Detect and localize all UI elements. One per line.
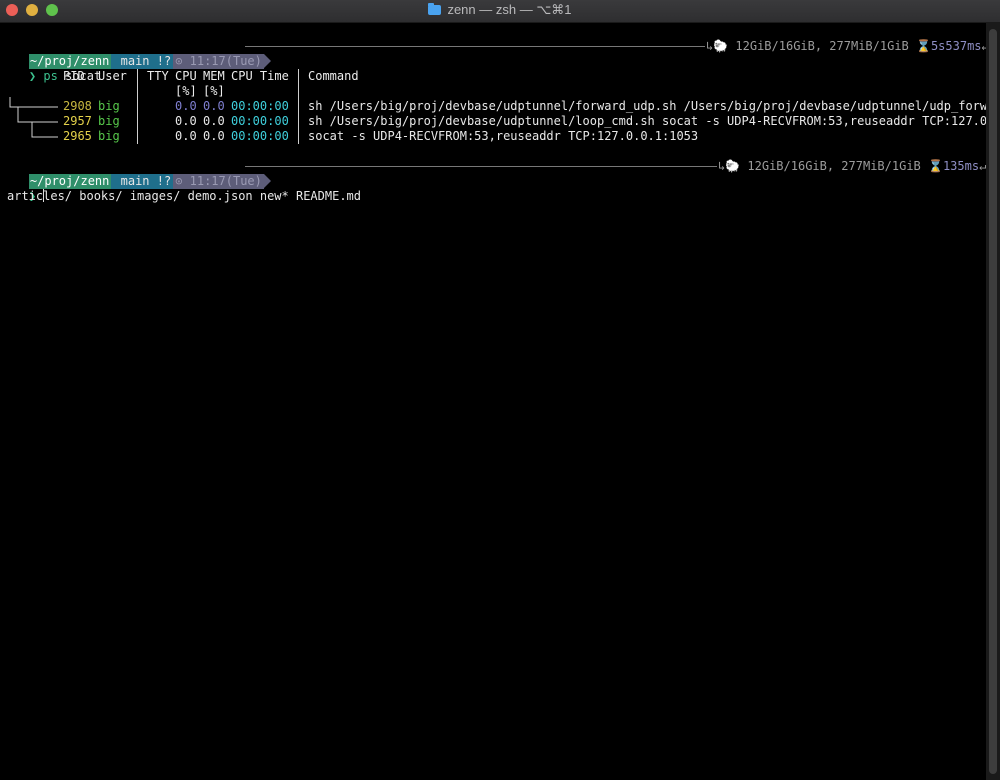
row-command: socat -s UDP4-RECVFROM:53,reuseaddr TCP:… bbox=[308, 129, 699, 143]
header-mem-unit: [%] bbox=[203, 84, 225, 98]
prompt-git-status: main !? bbox=[111, 174, 174, 189]
row-pid: 2965 bbox=[63, 129, 92, 143]
window-titlebar: zenn — zsh — ⌥⌘1 bbox=[0, 0, 1000, 23]
command-name: ps bbox=[43, 69, 58, 83]
row-command: sh /Users/big/proj/devbase/udptunnel/for… bbox=[308, 99, 1000, 113]
row-command: sh /Users/big/proj/devbase/udptunnel/loo… bbox=[308, 114, 1000, 128]
prompt-line-1: ~/proj/zenn main !? ⊙ 11:17(Tue) ↳🐑 12GiB… bbox=[0, 39, 989, 69]
row-user: big bbox=[98, 129, 120, 143]
row-user: big bbox=[98, 99, 120, 113]
prompt-mark: ❯ bbox=[28, 69, 37, 83]
scrollbar-thumb[interactable] bbox=[989, 29, 997, 774]
header-cpu-time: CPU Time bbox=[231, 69, 289, 83]
column-separator bbox=[298, 69, 299, 144]
command-line-1: ❯ ps socat bbox=[0, 54, 101, 83]
prompt-time: ⊙ 11:17(Tue) bbox=[173, 54, 264, 69]
row-mem: 0.0 bbox=[203, 129, 225, 143]
folder-icon bbox=[428, 3, 442, 15]
prompt-time: ⊙ 11:17(Tue) bbox=[173, 174, 264, 189]
row-time: 00:00:00 bbox=[231, 114, 289, 128]
header-user: User bbox=[98, 69, 127, 83]
terminal-view[interactable]: ~/proj/zenn main !? ⊙ 11:17(Tue) ↳🐑 12GiB… bbox=[0, 23, 1000, 780]
prompt-sys-info: ↳🐑 12GiB/16GiB, 277MiB/1GiB ⌛5s537ms↵ bbox=[706, 39, 989, 53]
prompt-line-2: ~/proj/zenn main !? ⊙ 11:17(Tue) ↳🐑 12GiB… bbox=[0, 159, 987, 189]
window-title: zenn — zsh — ⌥⌘1 bbox=[0, 2, 1000, 18]
scrollbar[interactable] bbox=[986, 23, 1000, 780]
header-mem: MEM bbox=[203, 69, 225, 83]
row-cpu: 0.0 bbox=[175, 99, 197, 113]
header-pid: PID bbox=[63, 69, 85, 83]
header-tty: TTY bbox=[147, 69, 169, 83]
row-mem: 0.0 bbox=[203, 114, 225, 128]
process-tree bbox=[9, 97, 58, 138]
prompt-duration: 5s537ms bbox=[930, 39, 982, 53]
prompt-arrow bbox=[263, 54, 271, 68]
prompt-duration: 135ms bbox=[942, 159, 980, 173]
row-time: 00:00:00 bbox=[231, 99, 289, 113]
row-mem: 0.0 bbox=[203, 99, 225, 113]
prompt-sys-info: ↳🐑 12GiB/16GiB, 277MiB/1GiB ⌛135ms↵ bbox=[718, 159, 987, 173]
ls-output: articles/ books/ images/ demo.json new* … bbox=[7, 189, 362, 203]
row-cpu: 0.0 bbox=[175, 114, 197, 128]
prompt-git-status: main !? bbox=[111, 54, 174, 69]
row-pid: 2957 bbox=[63, 114, 92, 128]
row-cpu: 0.0 bbox=[175, 129, 197, 143]
header-cpu-unit: [%] bbox=[175, 84, 197, 98]
prompt-arrow bbox=[263, 174, 271, 188]
prompt-rule bbox=[245, 46, 705, 47]
column-separator bbox=[137, 69, 138, 144]
header-command: Command bbox=[308, 69, 359, 83]
row-time: 00:00:00 bbox=[231, 129, 289, 143]
row-pid: 2908 bbox=[63, 99, 92, 113]
command-line-2[interactable]: ❯ bbox=[0, 174, 45, 203]
row-user: big bbox=[98, 114, 120, 128]
prompt-rule bbox=[245, 166, 717, 167]
header-cpu: CPU bbox=[175, 69, 197, 83]
